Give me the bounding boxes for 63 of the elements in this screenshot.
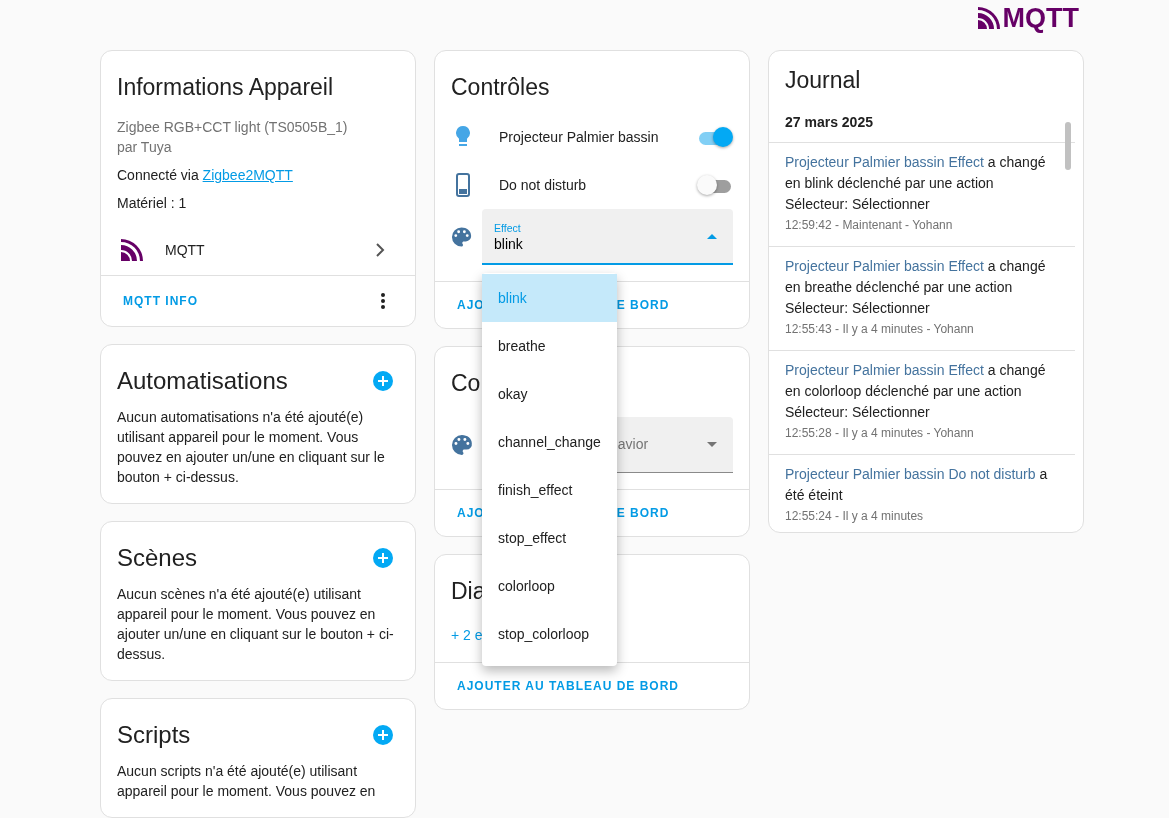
menu-option[interactable]: stop_colorloop bbox=[482, 610, 617, 658]
empty-message: Aucun scripts n'a été ajouté(e) utilisant appareil pour le moment. Vous pouvez en bbox=[116, 762, 377, 801]
phone-icon bbox=[456, 173, 470, 197]
add-to-dashboard-button[interactable]: E BORD bbox=[616, 296, 670, 314]
palette-icon bbox=[451, 226, 472, 248]
menu-option[interactable]: breathe bbox=[482, 322, 617, 370]
add-to-dashboard-button[interactable]: E BORD bbox=[616, 504, 670, 522]
device-model: Zigbee RGB+CCT light (TS0505B_1) bbox=[117, 118, 349, 137]
log-timestamp: 12:55:28 - Il y a 4 minutes - Yohann bbox=[785, 425, 975, 442]
caret-up-icon[interactable] bbox=[707, 233, 717, 239]
palette-icon bbox=[451, 434, 473, 456]
menu-option[interactable]: okay bbox=[482, 370, 617, 418]
connection-label: Connecté via bbox=[117, 167, 200, 183]
toggle-switch[interactable] bbox=[697, 175, 733, 195]
integration-link[interactable]: Zigbee2MQTT bbox=[202, 167, 293, 183]
menu-option[interactable]: channel_change bbox=[482, 418, 617, 466]
entity-link[interactable]: Projecteur Palmier bassin Do not disturb bbox=[785, 466, 1036, 482]
log-timestamp: 12:55:43 - Il y a 4 minutes - Yohann bbox=[785, 321, 975, 338]
entity-link[interactable]: Projecteur Palmier bassin Effect bbox=[785, 258, 984, 274]
log-timestamp: 12:55:24 - Il y a 4 minutes bbox=[785, 508, 925, 524]
card-title: Journal bbox=[785, 66, 861, 94]
add-to-dashboard-button[interactable]: AJOUTER AU TABLEAU DE BORD bbox=[451, 669, 685, 703]
lightbulb-icon bbox=[455, 126, 471, 148]
mqtt-info-button[interactable]: MQTT INFO bbox=[117, 284, 204, 318]
select-field[interactable]: Effect blink bbox=[482, 209, 733, 265]
toggle-switch[interactable] bbox=[697, 127, 733, 147]
more-entities-link[interactable]: + 2 e bbox=[451, 625, 483, 646]
card-title: Automatisations bbox=[117, 367, 288, 395]
hardware-text: Matériel : 1 bbox=[117, 194, 188, 213]
chevron-right-icon[interactable] bbox=[375, 243, 385, 257]
log-message: Projecteur Palmier bassin Effect a changé en blink déclenché par une action Sélecteur: Sélectionner bbox=[785, 153, 1047, 214]
add-button[interactable] bbox=[373, 371, 393, 391]
integration-label[interactable]: MQTT bbox=[165, 239, 375, 261]
card-title: Informations Appareil bbox=[117, 73, 334, 101]
card-title: Scripts bbox=[117, 721, 191, 749]
entity-name: Do not disturb bbox=[499, 175, 588, 195]
plus-icon bbox=[378, 553, 388, 563]
more-vertical-icon[interactable] bbox=[381, 293, 385, 309]
entity-link[interactable]: Projecteur Palmier bassin Effect bbox=[785, 362, 984, 378]
card-title: Co bbox=[451, 369, 481, 397]
caret-down-icon[interactable] bbox=[707, 442, 717, 447]
empty-message: Aucun scènes n'a été ajouté(e) utilisant appareil pour le moment. Vous pouvez en ajouter un/une en cliquant sur le bouton + ci-dessus. bbox=[116, 585, 395, 664]
entity-name: Projecteur Palmier bassin bbox=[499, 127, 660, 147]
add-button[interactable] bbox=[373, 725, 393, 745]
manufacturer-text: par Tuya bbox=[117, 138, 173, 157]
menu-option[interactable]: finish_effect bbox=[482, 466, 617, 514]
card-title: Scènes bbox=[117, 544, 198, 572]
menu-option[interactable]: stop_effect bbox=[482, 514, 617, 562]
add-button[interactable] bbox=[373, 548, 393, 568]
date-heading: 27 mars 2025 bbox=[784, 113, 874, 132]
log-message: Projecteur Palmier bassin Effect a changé en breathe déclenché par une action Sélecteur: Sélectionner bbox=[785, 257, 1047, 318]
plus-icon bbox=[378, 376, 388, 386]
log-message: Projecteur Palmier bassin Effect a changé en colorloop déclenché par une action Sélecteur: Sélectionner bbox=[785, 361, 1047, 422]
log-timestamp: 12:59:42 - Maintenant - Yohann bbox=[785, 217, 954, 234]
card-title: Contrôles bbox=[451, 73, 550, 101]
empty-message: Aucun automatisations n'a été ajouté(e) utilisant appareil pour le moment. Vous pouvez en ajouter un/une en cliquant sur le bouton + ci-dessus. bbox=[116, 408, 386, 487]
menu-option[interactable]: colorloop bbox=[482, 562, 617, 610]
entity-link[interactable]: Projecteur Palmier bassin Effect bbox=[785, 154, 984, 170]
logo-text: MQTT bbox=[1002, 1, 1079, 35]
mqtt-icon bbox=[119, 239, 143, 261]
plus-icon bbox=[378, 730, 388, 740]
log-message: Projecteur Palmier bassin Do not disturb a été éteint bbox=[785, 465, 1049, 505]
scrollbar-thumb[interactable] bbox=[1065, 122, 1071, 170]
